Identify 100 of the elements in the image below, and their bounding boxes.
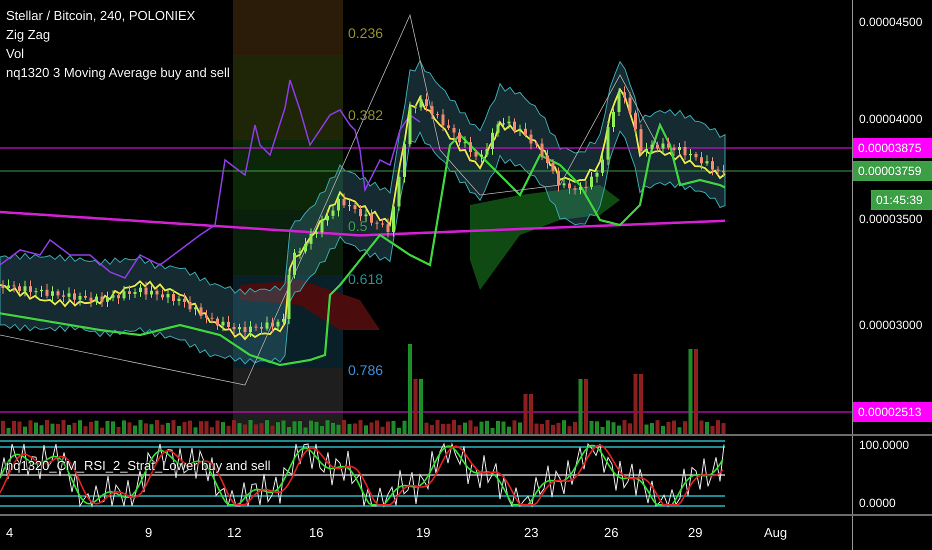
candlestick xyxy=(337,196,340,217)
candlestick xyxy=(420,94,422,112)
candlestick xyxy=(315,229,318,238)
candlestick xyxy=(271,317,274,333)
candlestick xyxy=(584,180,588,194)
candlestick xyxy=(188,296,192,313)
candlestick xyxy=(408,101,412,148)
candlestick xyxy=(288,268,290,325)
candlestick xyxy=(68,286,70,302)
date-label: 9 xyxy=(145,525,152,540)
candlestick xyxy=(568,177,571,194)
candlestick xyxy=(183,292,186,308)
candlestick xyxy=(694,151,698,162)
candlestick xyxy=(513,118,516,134)
candlestick xyxy=(227,315,230,330)
candlestick xyxy=(370,208,373,226)
candlestick xyxy=(552,158,554,174)
candlestick xyxy=(689,148,692,162)
candlestick xyxy=(650,140,654,154)
price-badge: 01:45:39 xyxy=(871,190,932,210)
candlestick xyxy=(596,170,598,184)
price-tick-label: 0.00003000 xyxy=(859,318,922,332)
candlestick xyxy=(398,173,400,212)
candlestick xyxy=(684,140,686,161)
date-label: 16 xyxy=(309,525,324,540)
candlestick xyxy=(244,320,246,338)
candlestick xyxy=(474,149,478,161)
date-label: 29 xyxy=(688,525,702,540)
candlestick xyxy=(502,117,505,130)
indicator-label: Zig Zag xyxy=(6,27,52,43)
candlestick xyxy=(254,323,258,332)
candlestick xyxy=(100,292,104,308)
price-badge: 0.00002513 xyxy=(853,402,932,422)
candlestick xyxy=(200,302,202,320)
candlestick xyxy=(623,86,626,104)
candlestick xyxy=(518,124,522,136)
candlestick xyxy=(546,149,549,170)
candlestick xyxy=(12,280,16,293)
candlestick xyxy=(144,281,148,300)
candlestick xyxy=(606,120,610,166)
candlestick xyxy=(298,247,302,260)
candlestick xyxy=(348,198,351,212)
candlestick xyxy=(276,318,280,331)
candlestick xyxy=(579,182,582,195)
candlestick xyxy=(706,154,708,166)
price-tick-label: 0.00004500 xyxy=(859,15,922,29)
candlestick xyxy=(634,110,637,136)
candlestick xyxy=(117,292,120,305)
date-label: 19 xyxy=(416,525,430,540)
candlestick xyxy=(342,192,346,208)
candlestick xyxy=(359,204,362,222)
candlestick xyxy=(700,152,703,170)
candlestick xyxy=(722,164,725,178)
candlestick xyxy=(364,208,368,222)
candlestick xyxy=(392,202,395,238)
candlestick xyxy=(618,88,620,116)
indicator-label: nq1320 3 Moving Average buy and sell xyxy=(6,65,230,81)
candlestick xyxy=(496,120,500,138)
candlestick xyxy=(601,154,604,177)
candlestick xyxy=(205,309,208,324)
candlestick xyxy=(18,282,21,294)
candlestick xyxy=(386,218,390,238)
candlestick xyxy=(222,316,224,332)
candlestick xyxy=(310,228,312,250)
indicator-label: Vol xyxy=(6,46,26,62)
date-label: 23 xyxy=(524,525,538,540)
candlestick xyxy=(452,124,456,139)
candlestick xyxy=(430,101,434,120)
fib-level-label: 0.236 xyxy=(348,25,384,41)
date-label: 26 xyxy=(604,525,618,540)
candlestick xyxy=(232,322,236,336)
candlestick xyxy=(73,288,76,304)
candlestick xyxy=(34,287,38,297)
candlestick xyxy=(486,142,488,158)
candlestick xyxy=(172,289,175,306)
candlestick xyxy=(249,320,252,338)
candlestick xyxy=(667,137,670,150)
candlestick xyxy=(260,322,263,335)
candlestick xyxy=(672,144,676,156)
candlestick xyxy=(425,92,428,112)
candlestick xyxy=(508,115,510,130)
candlestick xyxy=(166,288,170,304)
candlestick xyxy=(62,290,65,303)
date-label: Aug xyxy=(764,525,788,540)
candlestick xyxy=(678,142,681,155)
candlestick xyxy=(469,136,472,158)
candlestick xyxy=(178,295,180,306)
candlestick xyxy=(557,167,560,192)
price-badge: 0.00003875 xyxy=(853,138,932,158)
candlestick xyxy=(458,128,461,146)
candlestick xyxy=(530,129,532,150)
candlestick xyxy=(436,111,439,119)
candlestick xyxy=(332,206,334,220)
chart-title: Stellar / Bitcoin, 240, POLONIEX xyxy=(6,8,196,24)
candlestick xyxy=(122,285,126,302)
candlestick xyxy=(381,218,384,228)
candlestick xyxy=(106,291,109,308)
candlestick xyxy=(112,290,114,302)
candlestick xyxy=(442,108,444,132)
candlestick xyxy=(128,284,131,300)
